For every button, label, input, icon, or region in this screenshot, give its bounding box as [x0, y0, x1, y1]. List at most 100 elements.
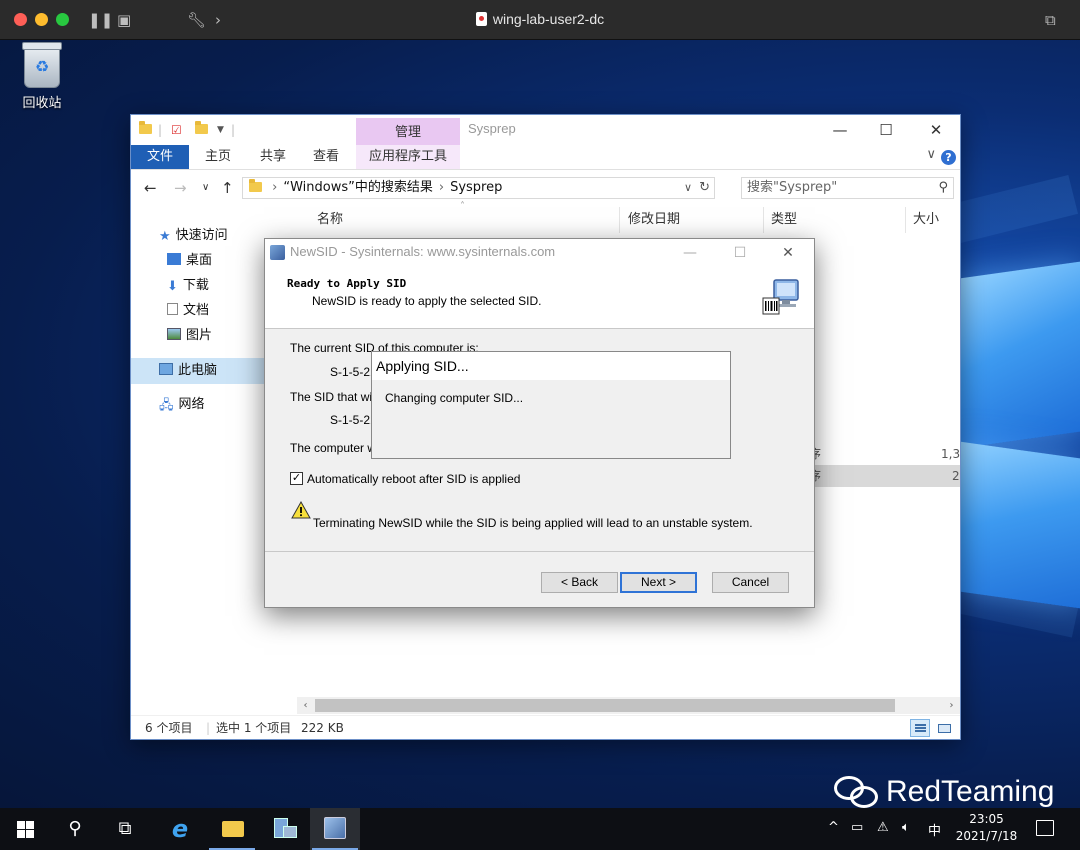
system-clock[interactable]: 23:05 2021/7/18 [944, 811, 1029, 845]
dialog-maximize-button[interactable]: ☐ [717, 241, 763, 265]
maximize-button[interactable]: ☐ [863, 117, 909, 143]
watermark-text: RedTeaming [886, 775, 1055, 808]
recent-locations-icon[interactable]: ∨ [202, 182, 209, 193]
column-header-size[interactable]: 大小 [913, 207, 939, 233]
start-button[interactable] [0, 808, 50, 850]
notification-center-icon[interactable] [1036, 820, 1054, 836]
sidebar-item-label: 快速访问 [175, 228, 228, 243]
server-manager-icon-part [283, 826, 297, 838]
task-view-icon: ⧉ [118, 818, 132, 839]
popup-message: Changing computer SID... [385, 391, 524, 405]
address-bar[interactable]: › “Windows”中的搜索结果 › Sysprep ∨ ↻ [242, 177, 715, 199]
network-icon: 🖧︎ [159, 398, 174, 413]
dialog-minimize-button[interactable]: — [667, 241, 713, 265]
scrollbar-thumb[interactable] [315, 699, 895, 712]
search-input[interactable]: 搜索"Sysprep" ⚲ [741, 177, 954, 199]
details-view-button[interactable] [910, 719, 930, 737]
item-count: 6 个项目 [145, 721, 193, 735]
sidebar-item-label: 文档 [183, 303, 210, 318]
column-divider [763, 207, 764, 233]
cancel-button[interactable]: Cancel [712, 572, 789, 593]
tab-share[interactable]: 共享 [246, 145, 300, 169]
back-arrow-icon[interactable]: ← [144, 179, 157, 197]
document-icon [167, 303, 178, 315]
explorer-title: Sysprep [468, 121, 516, 136]
search-button[interactable]: ⚲ [50, 808, 100, 850]
file-explorer-icon [222, 821, 244, 837]
column-header-name[interactable]: 名称 [317, 207, 343, 233]
internet-explorer-button[interactable]: e [155, 808, 205, 850]
document-icon [475, 12, 487, 26]
customize-toolbar-icon[interactable]: ▼ [217, 125, 224, 135]
task-view-button[interactable]: ⧉ [100, 808, 150, 850]
clock-time: 23:05 [969, 812, 1004, 826]
search-icon: ⚲ [938, 180, 948, 195]
dialog-divider [265, 551, 814, 552]
warning-icon [291, 501, 311, 519]
new-folder-icon[interactable] [195, 121, 208, 137]
popup-title: Applying SID... [372, 352, 730, 380]
wechat-icon [834, 774, 880, 808]
applying-sid-popup: Applying SID... Changing computer SID... [371, 351, 731, 459]
battery-icon[interactable]: ▭ [851, 820, 863, 835]
show-hidden-icons[interactable]: ^ [828, 820, 839, 835]
back-button[interactable]: < Back [541, 572, 618, 593]
network-warning-icon[interactable]: ⚠ [877, 820, 889, 835]
scroll-left-icon[interactable]: ‹ [297, 697, 314, 714]
selected-size: 222 KB [301, 721, 344, 735]
window-title: wing-lab-user2-dc [0, 11, 1080, 27]
sidebar-item-label: 网络 [178, 397, 205, 412]
forward-arrow-icon[interactable]: → [174, 179, 187, 197]
windows-start-icon [17, 821, 34, 838]
search-placeholder: 搜索"Sysprep" [747, 180, 838, 195]
computer-barcode-icon [762, 279, 799, 315]
column-header-modified[interactable]: 修改日期 [628, 207, 680, 233]
newsid-app-icon [270, 245, 285, 260]
file-explorer-button[interactable] [207, 808, 257, 850]
server-manager-button[interactable] [259, 808, 309, 850]
close-button[interactable]: ✕ [913, 117, 959, 143]
large-icons-view-button[interactable] [934, 719, 954, 737]
manage-tab[interactable]: 管理 [356, 118, 460, 145]
row-size: 1,3 [941, 447, 961, 461]
input-method-indicator[interactable]: 中 [928, 820, 941, 839]
scroll-right-icon[interactable]: › [943, 697, 960, 714]
column-divider [619, 207, 620, 233]
computer-name-label: The computer wi [290, 441, 379, 455]
tab-home[interactable]: 主页 [191, 145, 245, 169]
horizontal-scrollbar[interactable]: ‹ › [297, 697, 960, 714]
refresh-icon[interactable]: ↻ [699, 178, 710, 198]
breadcrumb-sysprep[interactable]: Sysprep [450, 180, 502, 195]
address-dropdown-icon[interactable]: ∨ [684, 178, 692, 198]
column-header-type[interactable]: 类型 [771, 207, 797, 233]
ribbon-tabs: 文件 主页 共享 查看 应用程序工具 ∨ ? [131, 145, 960, 170]
wizard-heading: Ready to Apply SID [287, 277, 407, 290]
download-icon: ⬇ [167, 279, 178, 294]
tab-file[interactable]: 文件 [131, 145, 189, 169]
auto-reboot-checkbox[interactable]: ✓ [290, 472, 303, 485]
breadcrumb-separator: › [272, 180, 278, 195]
clock-date: 2021/7/18 [955, 829, 1018, 843]
up-arrow-icon[interactable]: ↑ [221, 179, 234, 197]
tab-application-tools[interactable]: 应用程序工具 [356, 145, 460, 169]
dialog-title: NewSID - Sysinternals: www.sysinternals.… [290, 244, 556, 259]
minimize-button[interactable]: — [817, 117, 863, 143]
dialog-close-button[interactable]: ✕ [765, 241, 811, 265]
properties-icon[interactable]: ☑ [171, 123, 182, 137]
quick-access-folder-icon[interactable] [139, 121, 152, 137]
next-button[interactable]: Next > [620, 572, 697, 593]
fullscreen-icon[interactable]: ⧉ [1045, 10, 1056, 30]
sidebar-item-label: 桌面 [186, 253, 213, 268]
volume-muted-icon[interactable]: 🔈︎ [902, 820, 910, 835]
help-icon[interactable]: ? [941, 150, 956, 165]
newsid-taskbar-button[interactable] [310, 808, 360, 850]
desktop-icon [167, 253, 181, 265]
address-row: ← → ∨ ↑ › “Windows”中的搜索结果 › Sysprep ∨ ↻ 搜索"… [131, 173, 960, 205]
new-sid-label: The SID that will [290, 390, 378, 404]
breadcrumb-search-results[interactable]: “Windows”中的搜索结果 [283, 180, 433, 195]
tab-view[interactable]: 查看 [299, 145, 353, 169]
chevron-down-icon[interactable]: ∨ [926, 147, 936, 162]
sidebar-item-label: 图片 [186, 328, 213, 343]
recycle-bin[interactable]: 回收站 [14, 42, 70, 111]
internet-explorer-icon: e [171, 815, 189, 843]
